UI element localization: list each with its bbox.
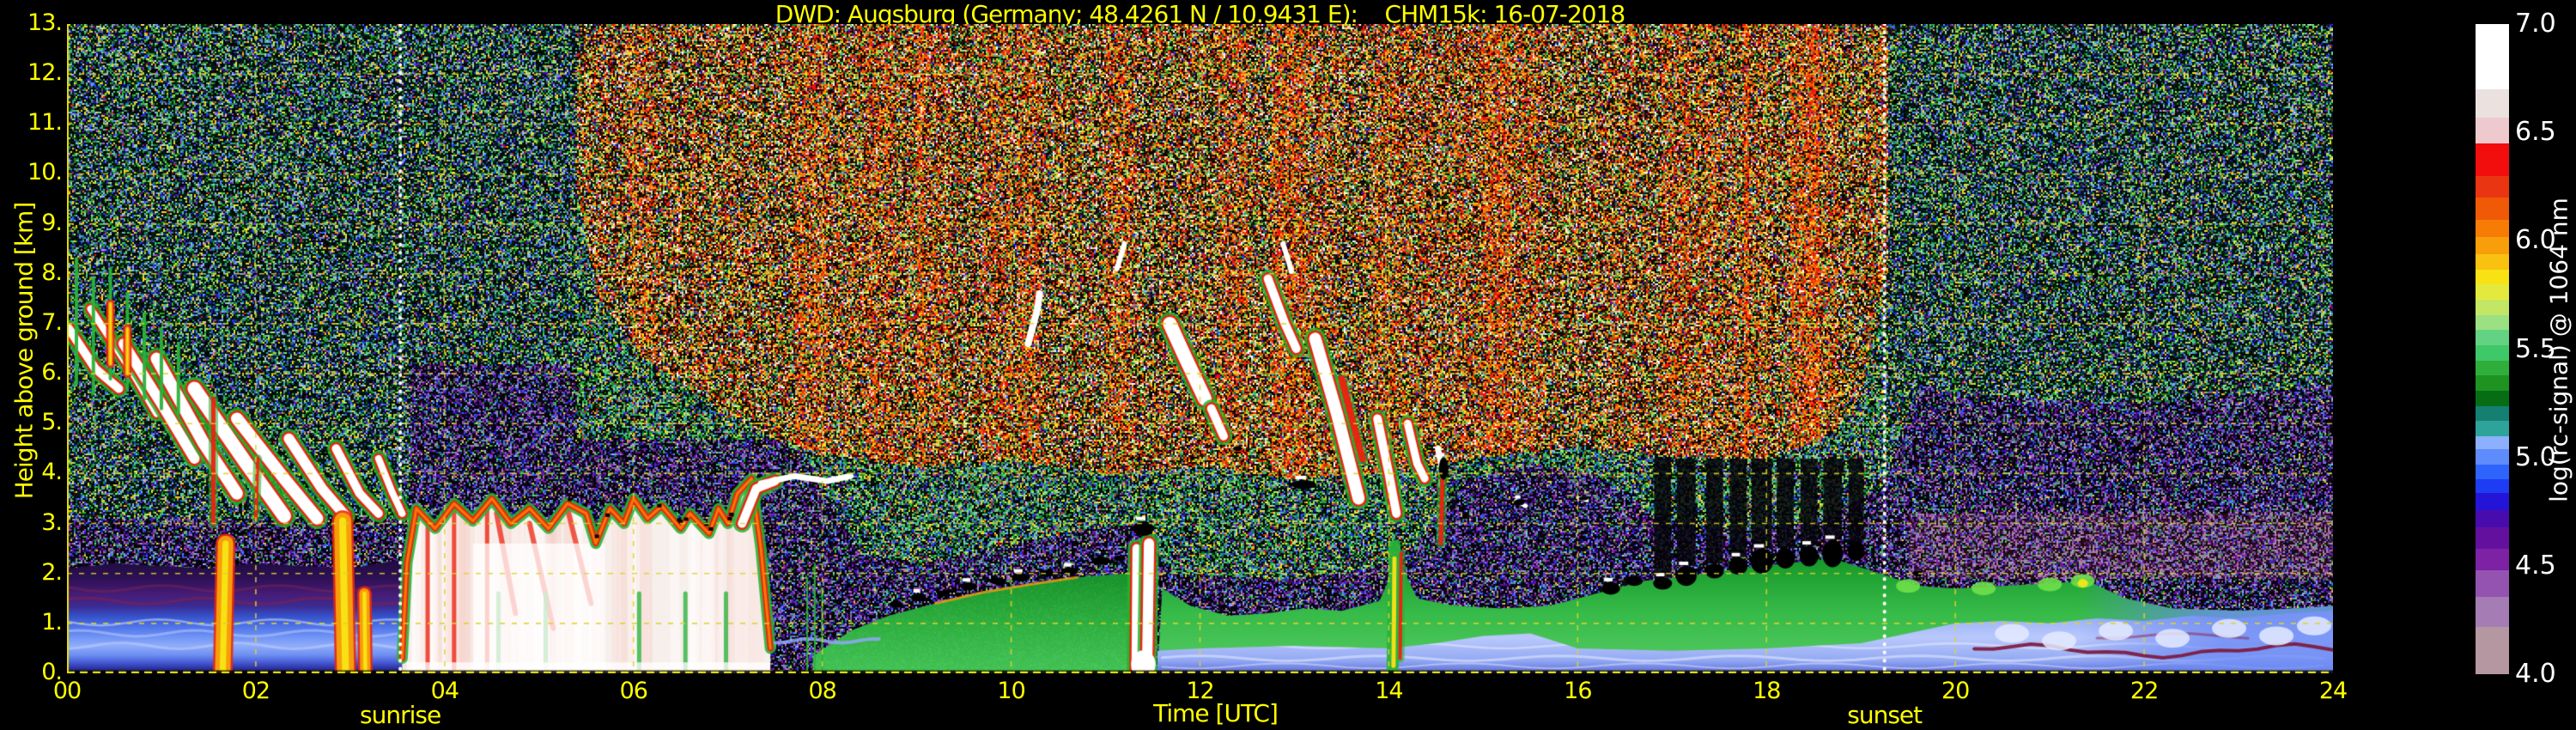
y-tick-label: 2.: [41, 558, 63, 586]
colorbar-segment: [2476, 509, 2509, 527]
colorbar-segment: [2476, 390, 2509, 406]
y-tick-label: 11.: [27, 109, 63, 137]
colorbar-segment: [2476, 344, 2509, 361]
colorbar-segment: [2476, 435, 2509, 450]
colorbar-segment: [2476, 269, 2509, 285]
colorbar-segment: [2476, 492, 2509, 510]
y-tick-label: 7.: [41, 308, 63, 336]
colorbar-segment: [2476, 197, 2509, 220]
colorbar-segment: [2476, 478, 2509, 493]
colorbar-title: log(rc-signal) @ 1064 nm: [2544, 198, 2573, 502]
y-tick-label: 8.: [41, 259, 63, 286]
y-tick-label: 9.: [41, 209, 63, 236]
colorbar-tick-label: 7.0: [2515, 9, 2556, 39]
colorbar-segment: [2476, 596, 2509, 627]
sunset-label: sunset: [1847, 701, 1923, 729]
colorbar-tick-label: 4.0: [2515, 659, 2556, 689]
colorbar-segment: [2476, 143, 2509, 177]
colorbar-segment: [2476, 360, 2509, 376]
heatmap-plot: [67, 24, 2333, 673]
y-tick-label: 3.: [41, 508, 63, 536]
sunrise-label: sunrise: [360, 701, 441, 729]
colorbar-segment: [2476, 314, 2509, 331]
colorbar-segment: [2476, 175, 2509, 198]
colorbar-segment: [2476, 420, 2509, 436]
colorbar-segment: [2476, 329, 2509, 345]
colorbar-segment: [2476, 117, 2509, 144]
colorbar-segment: [2476, 253, 2509, 270]
colorbar-segment: [2476, 219, 2509, 237]
colorbar-segment: [2476, 569, 2509, 597]
colorbar-segment: [2476, 374, 2509, 391]
y-tick-label: 13.: [27, 9, 63, 36]
colorbar-segment: [2476, 236, 2509, 254]
y-tick-label: 1.: [41, 608, 63, 636]
colorbar-segment: [2476, 626, 2509, 675]
y-tick-label: 5.: [41, 409, 63, 436]
y-tick-label: 6.: [41, 359, 63, 386]
colorbar-segment: [2476, 405, 2509, 422]
colorbar-segment: [2476, 283, 2509, 300]
colorbar-segment: [2476, 548, 2509, 571]
colorbar-segment: [2476, 448, 2509, 465]
colorbar-segment: [2476, 526, 2509, 550]
colorbar-segment: [2476, 464, 2509, 480]
colorbar: [2476, 24, 2509, 675]
colorbar-segment: [2476, 88, 2509, 118]
lidar-quicklook-window: DWD: Augsburg (Germany; 48.4261 N / 10.9…: [0, 0, 2576, 730]
colorbar-segment: [2476, 299, 2509, 315]
y-tick-label: 4.: [41, 459, 63, 486]
y-tick-label: 10.: [27, 159, 63, 186]
y-tick-label: 12.: [27, 59, 63, 87]
colorbar-segment: [2476, 24, 2509, 90]
